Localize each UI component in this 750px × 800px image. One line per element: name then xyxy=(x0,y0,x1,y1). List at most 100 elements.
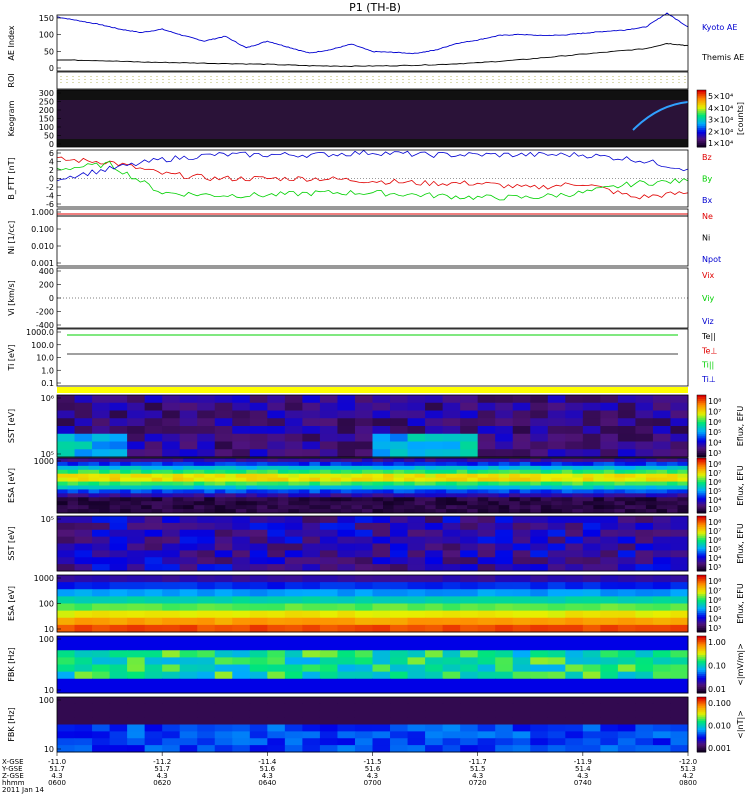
spectrogram-cell xyxy=(600,643,619,651)
spectrogram-cell xyxy=(540,485,552,490)
spectrogram-cell xyxy=(144,738,163,746)
spectrogram-cell xyxy=(302,603,321,612)
spectrogram-cell xyxy=(277,481,289,486)
spectrogram-cell xyxy=(635,636,654,644)
spectrogram-cell xyxy=(390,596,409,604)
y-tick-label: 10⁶ xyxy=(41,394,54,403)
spectrogram-cell xyxy=(460,418,479,427)
spectrogram-cell xyxy=(519,505,531,510)
spectrogram-cell xyxy=(600,710,619,719)
spectrogram-cell xyxy=(225,497,237,502)
spectrogram-cell xyxy=(565,664,584,673)
spectrogram-cell xyxy=(109,529,128,538)
spectrogram-cell xyxy=(656,489,668,494)
spectrogram-cell xyxy=(225,481,237,486)
y-axis-label: Ni [1/cc] xyxy=(7,221,16,255)
spectrogram-cell xyxy=(284,418,303,427)
spectrogram-cell xyxy=(390,738,409,746)
spectrogram-cell xyxy=(460,731,479,739)
spectrogram-cell xyxy=(204,465,216,471)
spectrogram-cell xyxy=(495,717,514,725)
colorbar-tick-label: 0.010 xyxy=(708,722,731,731)
spectrogram-cell xyxy=(109,418,128,427)
spectrogram-cell xyxy=(670,678,689,687)
spectrogram-cell xyxy=(267,557,286,565)
spectrogram-cell xyxy=(547,624,566,633)
spectrogram-cell xyxy=(547,529,566,538)
spectrogram-cell xyxy=(652,449,671,458)
spectrogram-cell xyxy=(330,505,342,510)
spectrogram-cell xyxy=(179,671,198,680)
spectrogram-cell xyxy=(249,710,268,719)
spectrogram-cell xyxy=(130,461,142,467)
spectrogram-cell xyxy=(74,543,93,551)
spectrogram-cell xyxy=(442,685,461,694)
spectrogram-cell xyxy=(249,603,268,612)
spectrogram-cell xyxy=(390,529,409,538)
spectrogram-cell xyxy=(677,505,689,510)
spectrogram-cell xyxy=(249,678,268,687)
spectrogram-cell xyxy=(183,461,195,467)
spectrogram-cell xyxy=(372,703,391,712)
spectrogram-cell xyxy=(407,426,426,435)
spectrogram-cell xyxy=(530,449,549,458)
spectrogram-cell xyxy=(670,650,689,658)
spectrogram-cell xyxy=(614,497,626,502)
spectrogram-cell xyxy=(446,497,458,502)
spectrogram-cell xyxy=(547,738,566,746)
spectrogram-cell xyxy=(372,441,391,450)
spectrogram-cell xyxy=(512,643,531,651)
spectrogram-cell xyxy=(425,596,444,604)
spectrogram-cell xyxy=(127,603,146,612)
spectrogram-cell xyxy=(561,493,573,498)
spectrogram-cell xyxy=(337,449,356,458)
spectrogram-cell xyxy=(495,738,514,746)
spectrogram-cell xyxy=(57,589,76,597)
spectrogram-cell xyxy=(57,469,69,475)
spectrogram-cell xyxy=(127,596,146,604)
spectrogram-cell xyxy=(127,433,146,442)
spectrogram-cell xyxy=(652,617,671,626)
spectrogram-cell xyxy=(390,589,409,597)
spectrogram-cell xyxy=(635,402,654,411)
spectrogram-cell xyxy=(127,449,146,458)
spectrogram-cell xyxy=(214,636,233,644)
spectrogram-cell xyxy=(74,664,93,673)
spectrogram-cell xyxy=(383,458,395,463)
y-axis-label: Keogram xyxy=(7,100,16,136)
spectrogram-cell xyxy=(495,603,514,612)
spectrogram-cell xyxy=(561,485,573,490)
spectrogram-cell xyxy=(92,610,111,619)
spectrogram-cell xyxy=(617,418,636,427)
spectrogram-cell xyxy=(337,610,356,619)
spectrogram-cell xyxy=(99,505,111,510)
spectrogram-cell xyxy=(354,522,373,531)
spectrogram-cell xyxy=(617,657,636,665)
spectrogram-cell xyxy=(530,536,549,544)
spectrogram-cell xyxy=(530,477,542,483)
x-tick-label: 0700 xyxy=(364,779,382,787)
spectrogram-cell xyxy=(109,678,128,687)
spectrogram-cell xyxy=(120,493,132,498)
spectrogram-cell xyxy=(319,497,331,502)
spectrogram-cell xyxy=(670,624,689,633)
spectrogram-cell xyxy=(120,469,132,475)
colorbar-tick-label: 10⁷ xyxy=(708,586,721,595)
spectrogram-cell xyxy=(540,458,552,463)
spectrogram-cell xyxy=(530,402,549,411)
spectrogram-cell xyxy=(57,433,76,442)
spectrogram-cell xyxy=(614,489,626,494)
spectrogram-cell xyxy=(302,664,321,673)
spectrogram-cell xyxy=(425,550,444,558)
spectrogram-cell xyxy=(232,624,251,633)
spectrogram-cell xyxy=(477,522,496,531)
spectrogram-cell xyxy=(442,650,461,658)
spectrogram-cell xyxy=(214,505,226,510)
spectrogram-cell xyxy=(197,738,216,746)
spectrogram-cell xyxy=(372,461,384,467)
spectrogram-cell xyxy=(407,717,426,725)
spectrogram-cell xyxy=(446,461,458,467)
spectrogram-cell xyxy=(425,493,437,498)
y-axis-label: FBK [Hz] xyxy=(7,707,16,741)
spectrogram-cell xyxy=(519,477,531,483)
